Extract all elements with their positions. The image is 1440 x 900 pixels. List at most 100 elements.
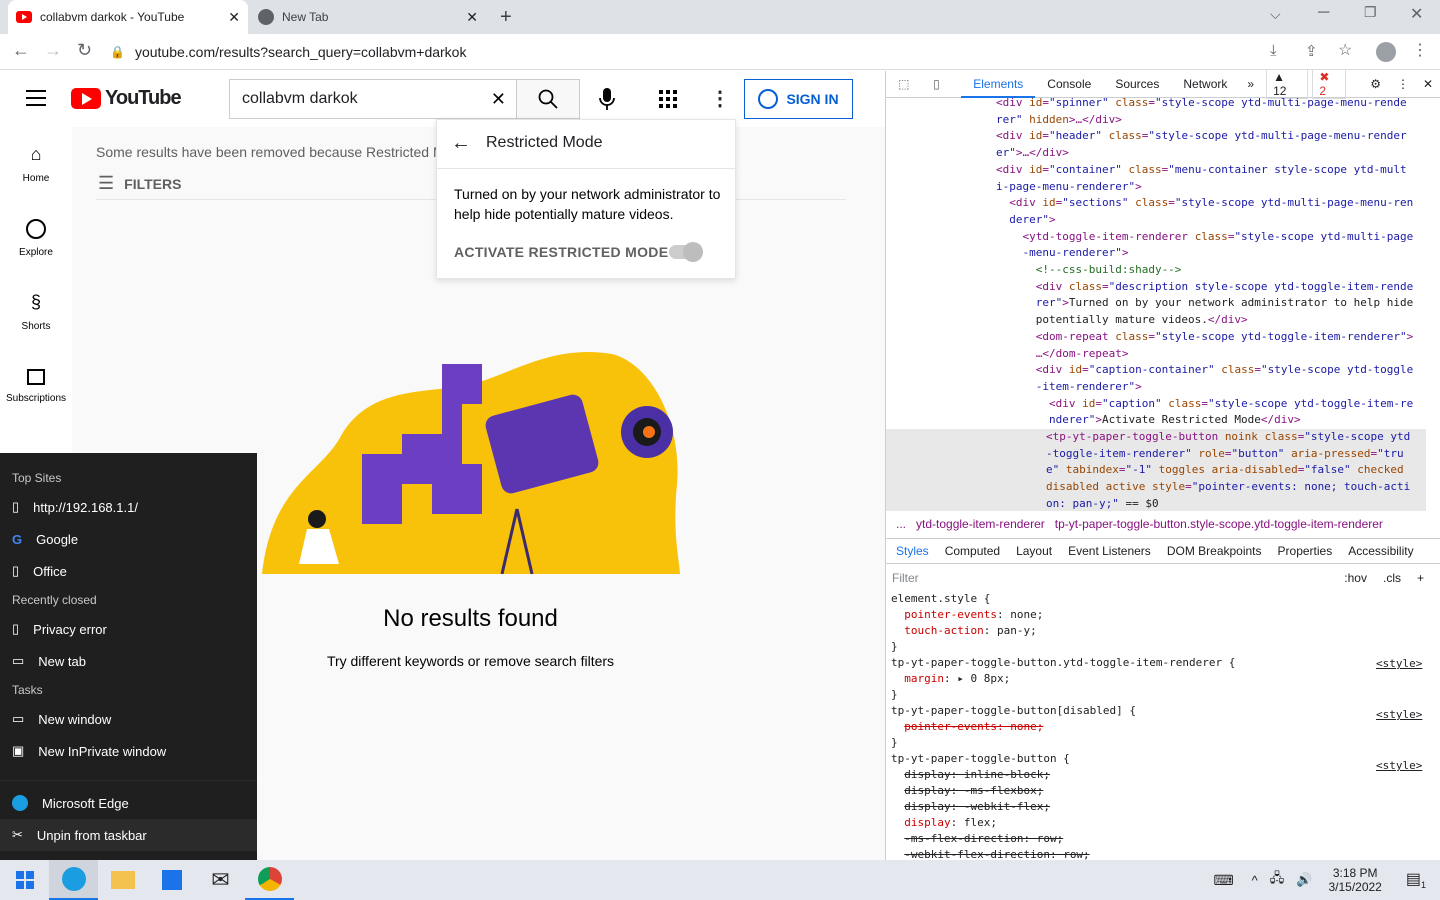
close-tab-icon[interactable]: ✕ (466, 9, 478, 26)
address-bar[interactable]: 🔒 youtube.com/results?search_query=colla… (110, 40, 1260, 64)
subtab-properties[interactable]: Properties (1278, 544, 1333, 558)
jumplist-item[interactable]: ▯ Office (0, 555, 257, 587)
windows-taskbar: ✉ ⌨ ^ 🖧 🔊 3:18 PM 3/15/2022 ▤1 (0, 860, 1440, 900)
subtab-layout[interactable]: Layout (1016, 544, 1052, 558)
jumplist-item[interactable]: ▭ New tab (0, 645, 257, 677)
taskbar-store[interactable] (147, 860, 196, 900)
add-rule-icon[interactable]: + (1409, 571, 1432, 585)
breadcrumb-item[interactable]: tp-yt-paper-toggle-button.style-scope.yt… (1055, 517, 1383, 531)
subtab-dom-breakpoints[interactable]: DOM Breakpoints (1167, 544, 1262, 558)
toggle-label: ACTIVATE RESTRICTED MODE (454, 244, 669, 260)
share-icon[interactable]: ⇪ (1305, 42, 1318, 60)
more-options-icon[interactable]: ⋮ (1391, 77, 1415, 91)
minimize-button[interactable]: ─ (1318, 4, 1329, 22)
hamburger-menu-icon[interactable] (26, 90, 46, 106)
cls-toggle[interactable]: .cls (1375, 571, 1409, 585)
dom-node[interactable]: <div id="caption" class="style-scope ytd… (996, 397, 1413, 427)
dom-node[interactable]: <div id="header" class="style-scope ytd-… (996, 129, 1407, 159)
subtab-accessibility[interactable]: Accessibility (1348, 544, 1413, 558)
close-window-button[interactable]: ✕ (1410, 4, 1423, 24)
style-source-link[interactable]: <style> (1376, 657, 1422, 670)
volume-icon[interactable]: 🔊 (1290, 872, 1318, 888)
taskbar-chrome[interactable] (245, 860, 294, 900)
guide-item-subscriptions[interactable]: Subscriptions (0, 349, 72, 423)
dom-node[interactable]: <div id="container" class="menu-containe… (996, 163, 1407, 193)
settings-more-icon[interactable]: ⋮ (710, 86, 730, 111)
styles-filter-input[interactable]: Filter (892, 571, 1336, 585)
restricted-toggle[interactable] (669, 242, 703, 262)
chrome-menu-icon[interactable]: ⋮ (1412, 40, 1428, 60)
jumplist-app-item[interactable]: Microsoft Edge (0, 787, 257, 819)
tab-network[interactable]: Network (1171, 77, 1239, 91)
new-tab-button[interactable]: + (500, 6, 512, 29)
guide-item-explore[interactable]: Explore (0, 201, 72, 275)
microphone-icon[interactable] (598, 88, 616, 113)
dom-node[interactable]: <div id="caption-container" class="style… (996, 363, 1414, 393)
subtab-computed[interactable]: Computed (945, 544, 1000, 558)
jumplist-item[interactable]: ▯ Privacy error (0, 613, 257, 645)
apps-grid-icon[interactable] (659, 90, 677, 108)
breadcrumb-item[interactable]: ytd-toggle-item-renderer (916, 517, 1045, 531)
back-arrow-icon[interactable]: ← (12, 40, 30, 61)
install-icon[interactable]: ⤓ (1270, 42, 1277, 59)
inspect-element-icon[interactable]: ⬚ (886, 77, 922, 91)
hov-toggle[interactable]: :hov (1336, 571, 1375, 585)
search-button[interactable] (516, 79, 580, 119)
jumplist-item[interactable]: ▣ New InPrivate window (0, 735, 257, 767)
style-source-link[interactable]: <style> (1376, 708, 1422, 721)
restore-button[interactable]: ❐ (1364, 4, 1377, 21)
style-source-link[interactable]: <style> (1376, 759, 1422, 772)
tab-search-icon[interactable]: ⌵ (1270, 6, 1281, 23)
tab-new-tab[interactable]: New Tab ✕ (250, 0, 486, 34)
tab-youtube[interactable]: collabvm darkok - YouTube ✕ (8, 0, 248, 34)
dom-node[interactable]: <dom-repeat class="style-scope ytd-toggl… (996, 330, 1414, 360)
dom-node[interactable]: <div id="spinner" class="style-scope ytd… (996, 96, 1407, 126)
clear-search-icon[interactable]: ✕ (491, 89, 516, 110)
show-hidden-icons[interactable]: ^ (1246, 873, 1264, 888)
restricted-mode-popup: ← Restricted Mode Turned on by your netw… (436, 119, 737, 279)
taskbar-edge[interactable] (49, 860, 98, 900)
styles-pane[interactable]: element.style { pointer-events: none; to… (891, 591, 1431, 860)
dom-node[interactable]: <div class="description style-scope ytd-… (996, 280, 1414, 326)
clock[interactable]: 3:18 PM 3/15/2022 (1318, 866, 1391, 894)
dom-node[interactable]: <div id="sections" class="style-scope yt… (996, 196, 1413, 226)
tab-sources[interactable]: Sources (1103, 77, 1171, 91)
taskbar-file-explorer[interactable] (98, 860, 147, 900)
dom-node[interactable]: <ytd-toggle-item-renderer class="style-s… (996, 230, 1413, 260)
guide-item-shorts[interactable]: § Shorts (0, 275, 72, 349)
device-toolbar-icon[interactable]: ▯ (922, 77, 952, 91)
bookmark-star-icon[interactable]: ☆ (1338, 40, 1352, 60)
guide-item-home[interactable]: ⌂ Home (0, 127, 72, 201)
filters-button[interactable]: ☰ FILTERS (98, 173, 181, 194)
taskbar-mail[interactable]: ✉ (196, 860, 245, 900)
subtab-styles[interactable]: Styles (896, 544, 929, 558)
back-arrow-icon[interactable]: ← (451, 132, 471, 155)
settings-gear-icon[interactable]: ⚙ (1360, 77, 1391, 91)
profile-avatar[interactable] (1376, 42, 1396, 62)
network-icon[interactable]: 🖧 (1264, 869, 1291, 891)
jumplist-label: New InPrivate window (38, 743, 167, 759)
forward-arrow-icon[interactable]: → (44, 40, 62, 61)
start-button[interactable] (0, 860, 49, 900)
search-input[interactable]: collabvm darkok ✕ (229, 79, 517, 119)
notification-center-icon[interactable]: ▤1 (1392, 869, 1440, 890)
subtab-event-listeners[interactable]: Event Listeners (1068, 544, 1151, 558)
close-devtools-icon[interactable]: ✕ (1415, 77, 1440, 91)
youtube-logo[interactable]: YouTube (71, 87, 182, 110)
jumplist-item[interactable]: ▯ http://192.168.1.1/ (0, 491, 257, 523)
more-tabs-icon[interactable]: » (1239, 77, 1262, 91)
tab-elements[interactable]: Elements (961, 71, 1036, 98)
unpin-icon: ✂ (12, 827, 23, 842)
selected-dom-node[interactable]: <tp-yt-paper-toggle-button noink class="… (886, 429, 1426, 511)
keyboard-icon[interactable]: ⌨ (1201, 872, 1245, 889)
tab-console[interactable]: Console (1035, 77, 1103, 91)
jumplist-item[interactable]: G Google (0, 523, 257, 555)
tab-title: New Tab (282, 10, 329, 24)
jumplist-item[interactable]: ▭ New window (0, 703, 257, 735)
sign-in-button[interactable]: SIGN IN (744, 79, 853, 119)
jumplist-unpin-item[interactable]: ✂ Unpin from taskbar (0, 819, 257, 851)
url-text: youtube.com/results?search_query=collabv… (134, 44, 467, 60)
reload-icon[interactable]: ↻ (77, 40, 92, 61)
close-tab-icon[interactable]: ✕ (228, 9, 240, 26)
breadcrumb-item[interactable]: ... (896, 517, 906, 531)
